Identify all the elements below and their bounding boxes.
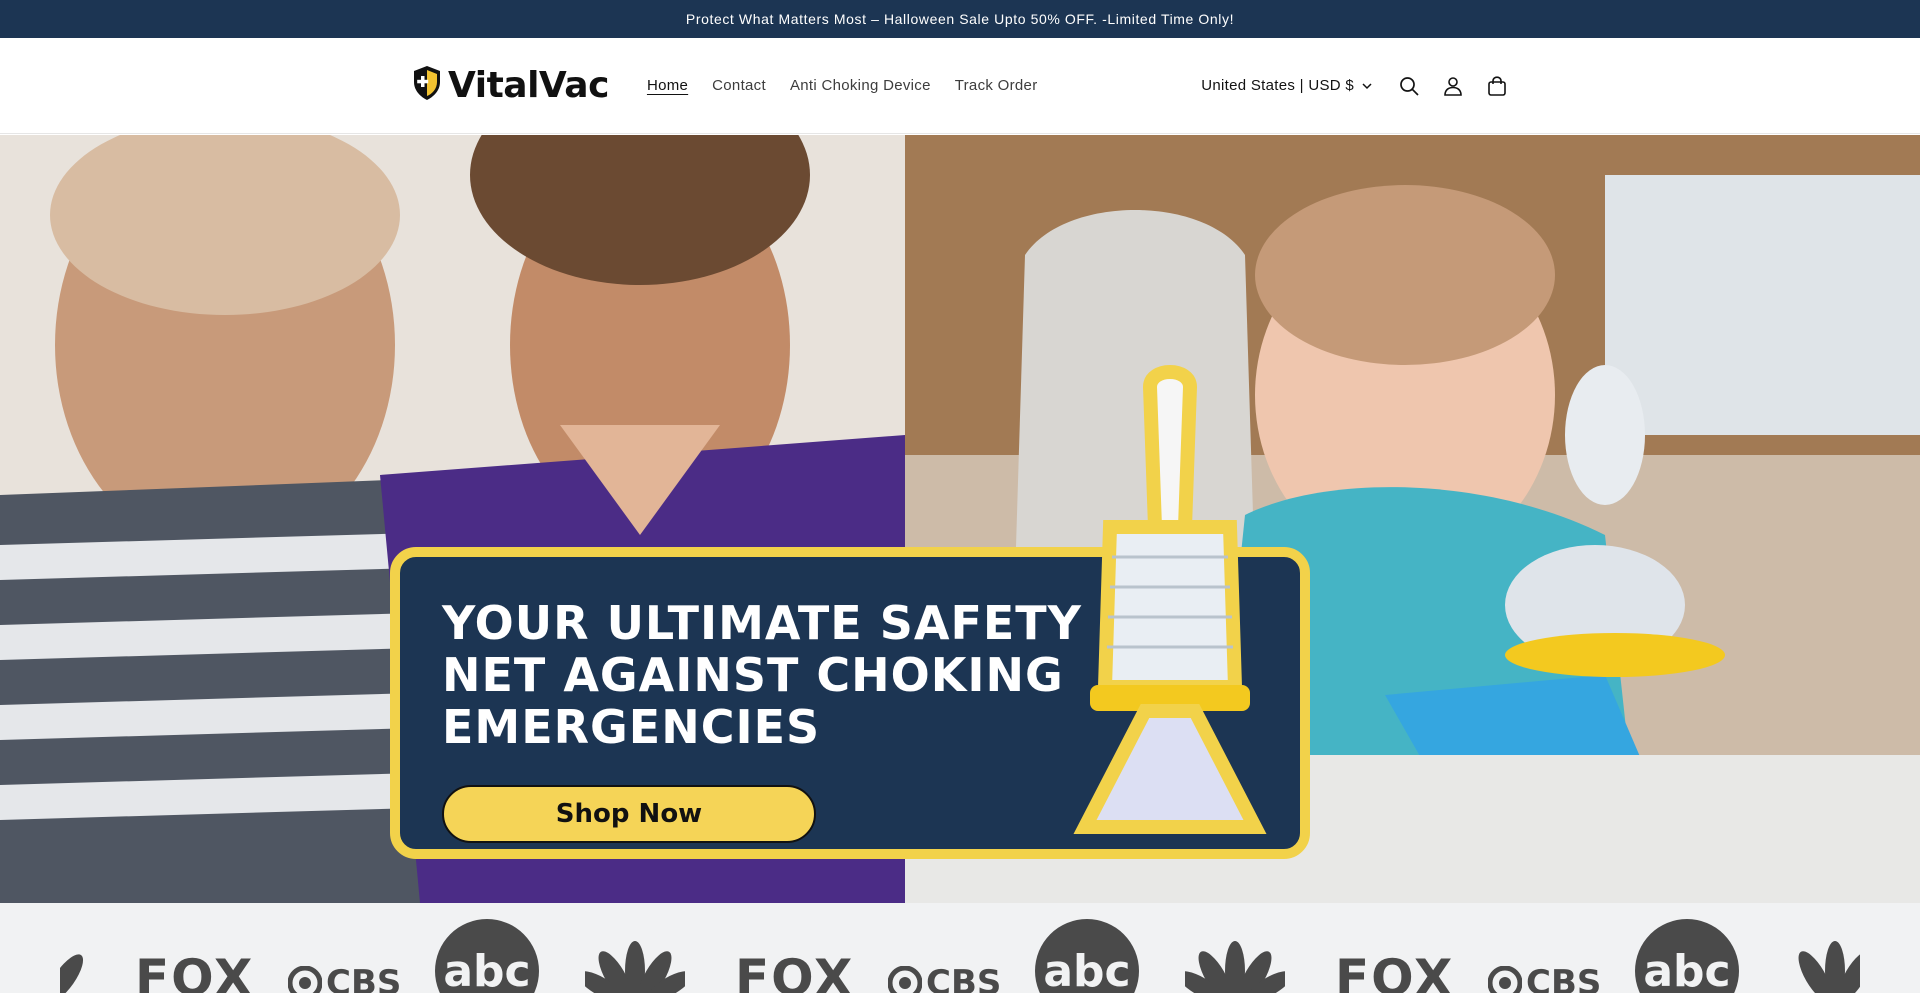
nbc-logo	[60, 926, 90, 993]
cbs-logo: CBS	[888, 963, 1001, 993]
nbc-logo	[1177, 926, 1293, 993]
promo-panel: YOUR ULTIMATE SAFETY NET AGAINST CHOKING…	[390, 365, 1310, 859]
chevron-down-icon	[1362, 77, 1372, 94]
announcement-bar: Protect What Matters Most – Halloween Sa…	[0, 0, 1920, 38]
country-selector[interactable]: United States | USD $	[1201, 77, 1372, 94]
site-header: VitalVac Home Contact Anti Choking Devic…	[0, 38, 1920, 134]
nav-home[interactable]: Home	[647, 77, 688, 94]
nbc-logo	[577, 926, 693, 993]
fox-logo: FOX	[1335, 949, 1455, 993]
press-logos-track: FOX CBS abc FOX CBS abc FOX CBS abc	[60, 903, 1860, 993]
shop-now-button[interactable]: Shop Now	[442, 785, 816, 843]
nav-contact[interactable]: Contact	[712, 77, 766, 94]
nav-track-order[interactable]: Track Order	[955, 77, 1038, 94]
nbc-logo	[1785, 926, 1860, 993]
abc-logo: abc	[1635, 919, 1739, 993]
main-nav: Home Contact Anti Choking Device Track O…	[647, 77, 1038, 94]
hero-headline: YOUR ULTIMATE SAFETY NET AGAINST CHOKING…	[442, 596, 1082, 754]
device-image	[1050, 357, 1290, 857]
abc-logo: abc	[1035, 919, 1139, 993]
fox-logo: FOX	[735, 949, 855, 993]
shield-icon	[412, 65, 442, 106]
fox-logo: FOX	[135, 949, 255, 993]
hero-banner: YOUR ULTIMATE SAFETY NET AGAINST CHOKING…	[0, 135, 1920, 903]
account-icon[interactable]	[1442, 75, 1464, 97]
cbs-logo: CBS	[1488, 963, 1601, 993]
cbs-logo: CBS	[288, 963, 401, 993]
brand-logo[interactable]: VitalVac	[412, 65, 609, 106]
brand-name: VitalVac	[448, 65, 609, 106]
nav-anti-choking-device[interactable]: Anti Choking Device	[790, 77, 931, 94]
country-label: United States | USD $	[1201, 77, 1354, 94]
abc-logo: abc	[435, 919, 539, 993]
press-logos-strip: FOX CBS abc FOX CBS abc FOX CBS abc	[0, 903, 1920, 993]
announcement-text: Protect What Matters Most – Halloween Sa…	[685, 11, 1235, 27]
cart-icon[interactable]	[1486, 75, 1508, 97]
search-icon[interactable]	[1398, 75, 1420, 97]
